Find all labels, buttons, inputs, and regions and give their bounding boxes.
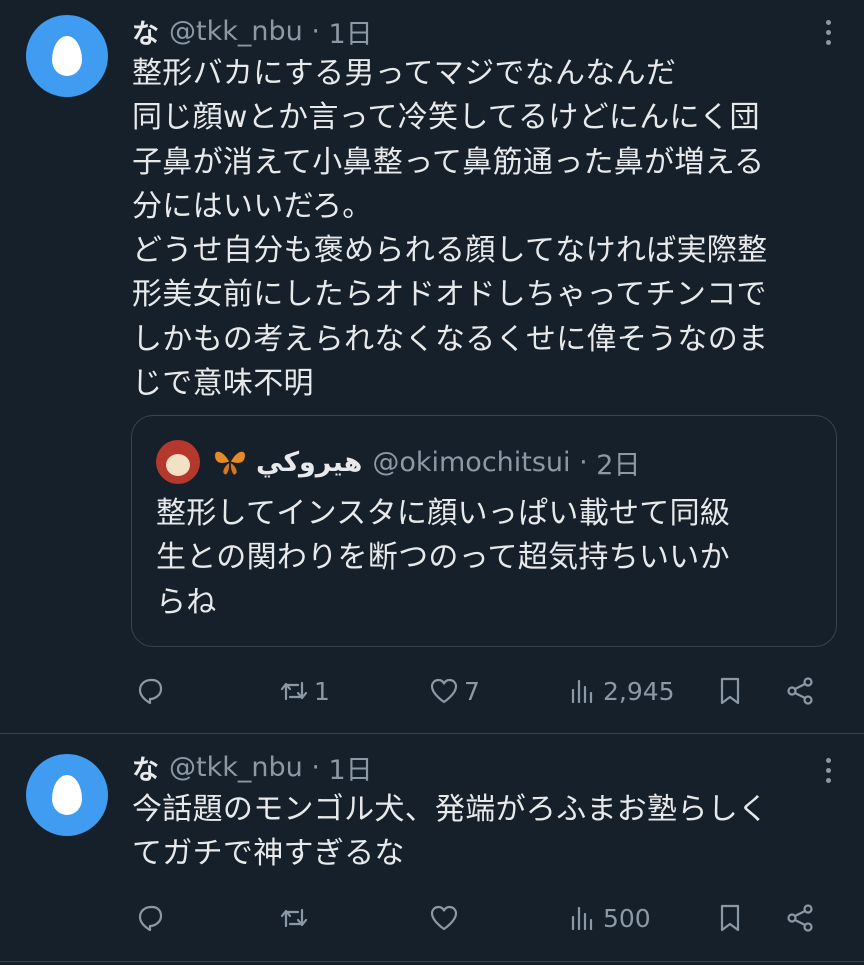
share-icon bbox=[787, 904, 813, 932]
views-count: 2,945 bbox=[603, 676, 675, 706]
timestamp[interactable]: 1日 bbox=[328, 748, 372, 787]
like-count: 7 bbox=[464, 676, 480, 706]
retweet-count: 1 bbox=[314, 676, 330, 706]
reply-button[interactable] bbox=[134, 898, 170, 938]
separator-dot: · bbox=[570, 446, 597, 478]
quoted-display-name: هيروكي bbox=[256, 446, 363, 478]
separator-dot: · bbox=[302, 16, 329, 47]
retweet-button[interactable]: 1 bbox=[278, 671, 330, 711]
handle[interactable]: @tkk_nbu bbox=[169, 16, 303, 47]
reply-button[interactable] bbox=[134, 671, 170, 711]
bookmark-button[interactable] bbox=[714, 898, 746, 938]
separator-dot: · bbox=[302, 752, 329, 783]
quoted-timestamp: 2日 bbox=[596, 449, 641, 481]
tweet-header: な @tkk_nbu · 1日 bbox=[132, 12, 373, 51]
reply-icon bbox=[138, 905, 163, 932]
tweet-divider bbox=[0, 961, 864, 962]
like-button[interactable]: 7 bbox=[428, 671, 480, 711]
like-button[interactable] bbox=[428, 898, 464, 938]
retweet-button[interactable] bbox=[278, 898, 314, 938]
views-button[interactable]: 500 bbox=[567, 898, 651, 938]
views-button[interactable]: 2,945 bbox=[567, 671, 675, 711]
handle[interactable]: @tkk_nbu bbox=[169, 752, 303, 783]
share-button[interactable] bbox=[784, 898, 816, 938]
bookmark-button[interactable] bbox=[714, 671, 746, 711]
bookmark-icon bbox=[720, 677, 740, 705]
more-icon[interactable] bbox=[826, 758, 832, 783]
like-icon bbox=[430, 678, 458, 704]
views-icon bbox=[571, 679, 593, 704]
quoted-handle: @okimochitsui bbox=[372, 446, 571, 478]
action-bar: 500 bbox=[132, 898, 832, 938]
views-count: 500 bbox=[603, 903, 651, 933]
butterfly-icon bbox=[213, 450, 247, 476]
quoted-text: 整形してインスタに顔いっぱい載せて同級 生との関わりを断つのって超気持ちいいか … bbox=[156, 496, 731, 620]
avatar[interactable] bbox=[26, 754, 108, 836]
more-icon[interactable] bbox=[826, 20, 832, 45]
display-name[interactable]: な bbox=[132, 12, 159, 51]
views-icon bbox=[571, 906, 593, 931]
reply-icon bbox=[138, 678, 163, 705]
action-bar: 1 7 2,945 bbox=[132, 671, 832, 711]
tweet-text: 今話題のモンゴル犬、発端がろふまお塾らしく てガチで神すぎるな bbox=[132, 792, 769, 872]
egg-avatar-icon bbox=[52, 36, 82, 76]
tweet[interactable]: な @tkk_nbu · 1日 整形バカにする男ってマジでなんなんだ 同じ顔wと… bbox=[0, 0, 864, 733]
like-icon bbox=[430, 905, 458, 931]
quoted-avatar bbox=[156, 440, 200, 484]
share-button[interactable] bbox=[784, 671, 816, 711]
tweet[interactable]: な @tkk_nbu · 1日 今話題のモンゴル犬、発端がろふまお塾らしく てガ… bbox=[0, 734, 864, 965]
quoted-header: هيروكي @okimochitsui · 2日 bbox=[156, 440, 640, 484]
retweet-icon bbox=[280, 908, 308, 928]
tweet-text: 整形バカにする男ってマジでなんなんだ 同じ顔wとか言って冷笑してるけどにんにく団… bbox=[132, 56, 769, 402]
display-name[interactable]: な bbox=[132, 748, 159, 787]
tweet-header: な @tkk_nbu · 1日 bbox=[132, 748, 373, 787]
avatar[interactable] bbox=[26, 15, 108, 97]
retweet-icon bbox=[280, 681, 308, 701]
timestamp[interactable]: 1日 bbox=[328, 12, 372, 51]
bookmark-icon bbox=[720, 904, 740, 932]
egg-avatar-icon bbox=[52, 775, 82, 815]
quoted-tweet[interactable]: هيروكي @okimochitsui · 2日 整形してインスタに顔いっぱい… bbox=[131, 415, 837, 647]
share-icon bbox=[787, 677, 813, 705]
